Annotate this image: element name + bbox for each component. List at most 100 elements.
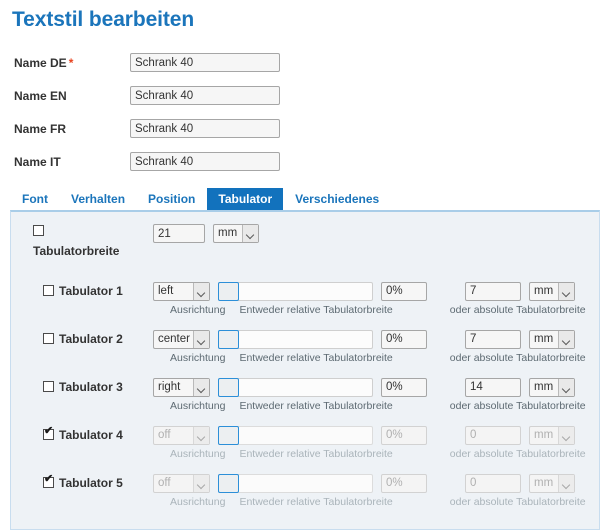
absolute-unit-value: mm: [534, 284, 554, 297]
name-fields-group: Name DE* Name EN Name FR Name IT: [0, 46, 610, 178]
tab-position[interactable]: Position: [136, 188, 207, 210]
hint-alignment: Ausrichtung: [170, 496, 226, 508]
name-label: Name IT: [0, 155, 130, 169]
tab-font[interactable]: Font: [10, 188, 59, 210]
tabulator-row-controls: Tabulator 2 center mm: [11, 320, 599, 354]
tabulator-label-text: Tabulator 5: [59, 476, 123, 490]
hint-relative-width: Entweder relative Tabulatorbreite: [239, 304, 393, 316]
required-asterisk: *: [68, 55, 74, 70]
tabulator-row: Tabulator 5 off mm Ausrichtung Entweder rela…: [11, 464, 599, 512]
tabulator-label-text: Tabulator 4: [59, 428, 123, 442]
tabulator-checkbox[interactable]: [43, 426, 54, 440]
name-input[interactable]: [130, 152, 280, 171]
alignment-select[interactable]: left: [153, 281, 210, 301]
name-input[interactable]: [130, 86, 280, 105]
tabulator-label-cell: Tabulator 3: [11, 380, 153, 394]
slider-handle[interactable]: [218, 329, 239, 349]
tabulatorbreite-unit-wrap: mm: [213, 224, 259, 243]
absolute-unit-select[interactable]: mm: [529, 281, 575, 301]
relative-width-slider: [218, 473, 373, 493]
hint-absolute-width: oder absolute Tabulatorbreite: [449, 400, 586, 412]
hint-absolute-width: oder absolute Tabulatorbreite: [449, 352, 586, 364]
tabulatorbreite-left: Tabulatorbreite: [11, 224, 153, 258]
relative-width-input[interactable]: [381, 281, 427, 301]
name-label: Name FR: [0, 122, 130, 136]
tabulator-row: Tabulator 3 right mm Ausrichtung Entweder re…: [11, 368, 599, 416]
tabulator-label-text: Tabulator 2: [59, 332, 123, 346]
absolute-width-input: [465, 425, 521, 445]
name-label: Name EN: [0, 89, 130, 103]
chevron-down-icon: [558, 474, 574, 492]
tabulator-row-controls: Tabulator 3 right mm: [11, 368, 599, 402]
slider-handle[interactable]: [218, 281, 239, 301]
relative-width-slider[interactable]: [218, 377, 373, 397]
absolute-width-input[interactable]: [465, 377, 521, 397]
tabulator-checkbox[interactable]: [43, 333, 54, 344]
tabulator-label-cell: Tabulator 4: [11, 426, 153, 442]
chevron-down-icon: [193, 474, 209, 492]
tabulator-label-cell: Tabulator 1: [11, 284, 153, 298]
absolute-unit-value: mm: [534, 332, 554, 345]
alignment-select: off: [153, 425, 210, 445]
absolute-width-input[interactable]: [465, 281, 521, 301]
absolute-unit-wrap: mm: [529, 473, 575, 493]
chevron-down-icon: [193, 330, 209, 348]
alignment-value: off: [158, 428, 171, 441]
alignment-value: right: [158, 380, 181, 393]
alignment-select[interactable]: center: [153, 329, 210, 349]
hint-alignment: Ausrichtung: [170, 400, 226, 412]
name-label-text: Name EN: [14, 88, 67, 103]
tabulatorbreite-input[interactable]: [153, 224, 205, 243]
tab-verhalten[interactable]: Verhalten: [59, 188, 137, 210]
relative-width-slider[interactable]: [218, 329, 373, 349]
absolute-unit-value: mm: [534, 428, 554, 441]
chevron-down-icon: [193, 378, 209, 396]
name-input[interactable]: [130, 119, 280, 138]
tabulator-checkbox[interactable]: [43, 474, 54, 488]
tabulatorbreite-checkbox[interactable]: [33, 225, 44, 236]
relative-width-slider[interactable]: [218, 281, 373, 301]
hint-alignment: Ausrichtung: [170, 304, 226, 316]
alignment-value: off: [158, 476, 171, 489]
absolute-unit-select[interactable]: mm: [529, 329, 575, 349]
relative-width-input[interactable]: [381, 329, 427, 349]
tabulator-label-cell: Tabulator 5: [11, 474, 153, 490]
tabulator-row-hints: Ausrichtung Entweder relative Tabulatorbr…: [11, 352, 586, 364]
name-label-text: Name DE: [14, 55, 67, 70]
tabulator-row-controls: Tabulator 4 off mm: [11, 416, 599, 450]
name-input[interactable]: [130, 53, 280, 72]
name-row: Name EN: [0, 79, 610, 112]
hint-relative-width: Entweder relative Tabulatorbreite: [239, 496, 393, 508]
alignment-select[interactable]: right: [153, 377, 210, 397]
tab-verschiedenes[interactable]: Verschiedenes: [283, 188, 391, 210]
tabulator-row-controls: Tabulator 1 left mm: [11, 272, 599, 306]
tab-bar: Font Verhalten Position Tabulator Verschiede…: [0, 188, 610, 210]
tabulator-row: Tabulator 2 center mm Ausrichtung Entweder r…: [11, 320, 599, 368]
tabulator-checkbox[interactable]: [43, 381, 54, 392]
slider-handle[interactable]: [218, 377, 239, 397]
tabulator-row-hints: Ausrichtung Entweder relative Tabulatorbr…: [11, 304, 586, 316]
alignment-value: center: [158, 332, 190, 345]
name-row: Name IT: [0, 145, 610, 178]
tabulator-row-hints: Ausrichtung Entweder relative Tabulatorbr…: [11, 400, 586, 412]
absolute-unit-select[interactable]: mm: [529, 377, 575, 397]
tabulator-row-hints: Ausrichtung Entweder relative Tabulatorbr…: [11, 496, 586, 508]
absolute-unit-wrap: mm: [529, 281, 575, 301]
chevron-down-icon: [558, 426, 574, 444]
tab-tabulator[interactable]: Tabulator: [206, 188, 284, 210]
tabulator-label-text: Tabulator 3: [59, 380, 123, 394]
absolute-width-input[interactable]: [465, 329, 521, 349]
alignment-select: off: [153, 473, 210, 493]
relative-width-input[interactable]: [381, 377, 427, 397]
name-label-text: Name IT: [14, 154, 61, 169]
name-label: Name DE *: [0, 56, 130, 70]
slider-handle: [218, 473, 239, 493]
tabulator-checkbox[interactable]: [43, 285, 54, 296]
absolute-unit-wrap: mm: [529, 329, 575, 349]
chevron-down-icon: [193, 282, 209, 300]
absolute-unit-select: mm: [529, 473, 575, 493]
tabulatorbreite-unit-value: mm: [218, 227, 238, 239]
relative-width-input: [381, 473, 427, 493]
relative-width-input: [381, 425, 427, 445]
tabulatorbreite-unit-select[interactable]: mm: [213, 224, 259, 243]
